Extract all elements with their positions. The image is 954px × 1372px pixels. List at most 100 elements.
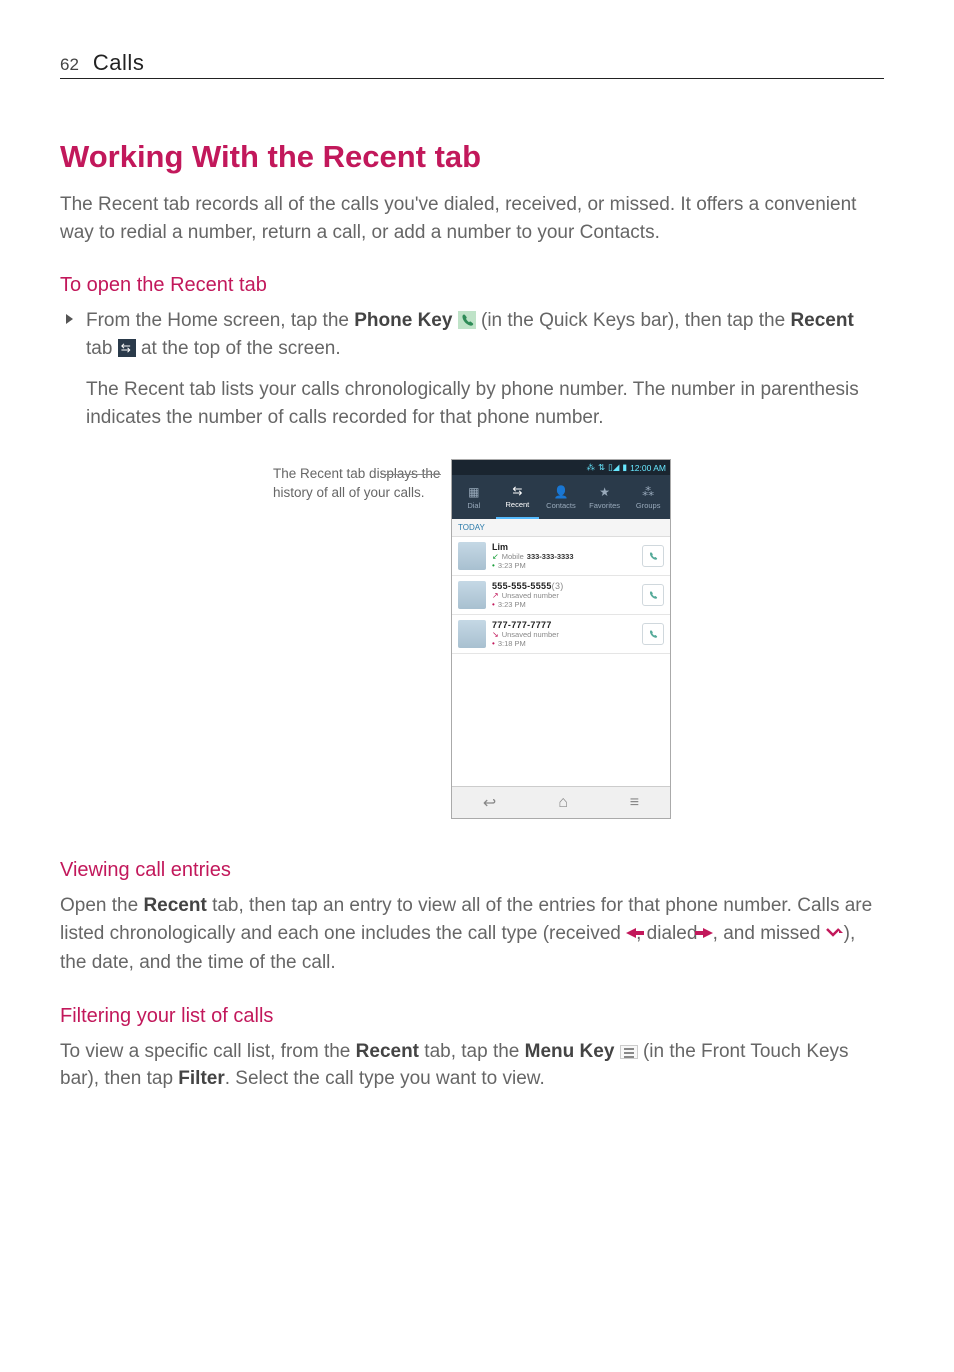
tab-label: Dial [467, 501, 480, 510]
phone-tab-favorites[interactable]: ★ Favorites [583, 475, 627, 519]
phone-tab-dial[interactable]: ▦ Dial [452, 475, 496, 519]
phone-key-label: Phone Key [354, 310, 452, 331]
figure-caption: The Recent tab displays the history of a… [273, 465, 443, 503]
back-key-icon[interactable]: ↩ [483, 793, 496, 813]
status-bluetooth-icon: ⁂ [587, 462, 596, 473]
call-time: 3:23 PM [498, 561, 526, 570]
call-button[interactable] [642, 584, 664, 606]
call-row[interactable]: 555-555-5555(3) ↗ Unsaved number • 3:23 … [452, 576, 670, 615]
call-button[interactable] [642, 623, 664, 645]
open-bullet-text: From the Home screen, tap the Phone Key … [86, 307, 884, 362]
page-header: 62 Calls [60, 50, 884, 79]
phone-handset-icon [647, 628, 659, 640]
tab-label: Favorites [589, 501, 620, 510]
call-number: 333-333-3333 [527, 552, 574, 561]
avatar [458, 542, 486, 570]
dialed-arrow-icon [703, 928, 713, 938]
call-time: 3:23 PM [498, 600, 526, 609]
phone-mockup: ⁂ ⇅ ▯◢ ▮ 12:00 AM ▦ Dial ⇆ Recent 👤 Cont… [451, 459, 671, 819]
phone-tab-contacts[interactable]: 👤 Contacts [539, 475, 583, 519]
menu-key-icon[interactable]: ≡ [630, 794, 639, 812]
text-fragment: To view a specific call list, from the [60, 1041, 356, 1062]
phone-empty-area [452, 654, 670, 786]
favorites-icon: ★ [598, 485, 612, 499]
recent-label: Recent [143, 895, 206, 916]
call-row[interactable]: 777-777-7777 ↘ Unsaved number • 3:18 PM [452, 615, 670, 654]
phone-nav-bar: ↩ ⌂ ≡ [452, 786, 670, 818]
home-key-icon[interactable]: ⌂ [558, 794, 568, 812]
menu-key-label: Menu Key [525, 1041, 615, 1062]
open-paragraph: The Recent tab lists your calls chronolo… [60, 376, 884, 431]
recent-label: Recent [356, 1041, 419, 1062]
filter-heading: Filtering your list of calls [60, 1005, 884, 1028]
page-title: Working With the Recent tab [60, 139, 884, 175]
call-count: (3) [552, 581, 564, 591]
phone-handset-icon [647, 589, 659, 601]
call-name: 555-555-5555(3) [492, 581, 636, 591]
status-dot-icon: • [492, 600, 495, 609]
caption-text: The Recent tab displays the history of a… [273, 466, 440, 500]
bullet-triangle-icon [66, 314, 73, 324]
page-number: 62 [60, 55, 79, 75]
tab-label: Groups [636, 501, 661, 510]
received-arrow-icon [626, 928, 636, 938]
call-info: Lim ↙ Mobile 333-333-3333 • 3:23 PM [492, 542, 636, 570]
tab-label: Contacts [546, 501, 576, 510]
status-dot-icon: • [492, 561, 495, 570]
text-fragment: , dialed [636, 923, 703, 944]
status-battery-icon: ▮ [622, 462, 627, 473]
recent-tab-label: Recent [790, 310, 853, 331]
call-time: 3:18 PM [498, 639, 526, 648]
groups-icon: ⁂ [641, 485, 655, 499]
call-sub-label: Mobile [502, 552, 524, 561]
text-fragment: tab [86, 338, 118, 359]
call-name: 777-777-7777 [492, 620, 636, 630]
phone-handset-icon [647, 550, 659, 562]
filter-paragraph: To view a specific call list, from the R… [60, 1038, 884, 1093]
call-subline: ↙ Mobile 333-333-3333 [492, 552, 636, 561]
call-subline: ↘ Unsaved number [492, 630, 636, 639]
call-sub-label: Unsaved number [502, 630, 559, 639]
phone-tab-groups[interactable]: ⁂ Groups [626, 475, 670, 519]
contacts-icon: 👤 [554, 485, 568, 499]
call-info: 777-777-7777 ↘ Unsaved number • 3:18 PM [492, 620, 636, 648]
intro-paragraph: The Recent tab records all of the calls … [60, 191, 884, 246]
missed-arrow-icon [826, 922, 844, 950]
missed-icon: ↘ [492, 630, 499, 639]
avatar [458, 581, 486, 609]
viewing-paragraph: Open the Recent tab, then tap an entry t… [60, 892, 884, 977]
call-time-row: • 3:23 PM [492, 600, 636, 609]
call-button[interactable] [642, 545, 664, 567]
status-wifi-icon: ⇅ [598, 462, 605, 473]
bullet-open-recent: From the Home screen, tap the Phone Key … [60, 307, 884, 362]
text-fragment: (in the Quick Keys bar), then tap the [476, 310, 791, 331]
incoming-icon: ↙ [492, 552, 499, 561]
call-sub-label: Unsaved number [502, 591, 559, 600]
recent-tab-icon [118, 339, 136, 357]
text-fragment: Open the [60, 895, 143, 916]
status-signal-icon: ▯◢ [608, 462, 619, 473]
phone-status-bar: ⁂ ⇅ ▯◢ ▮ 12:00 AM [452, 460, 670, 475]
call-number-name: 555-555-5555 [492, 581, 552, 591]
section-name: Calls [93, 50, 144, 76]
text-fragment: at the top of the screen. [136, 338, 341, 359]
outgoing-icon: ↗ [492, 591, 499, 600]
call-time-row: • 3:18 PM [492, 639, 636, 648]
text-fragment: tab, tap the [419, 1041, 525, 1062]
phone-tab-bar: ▦ Dial ⇆ Recent 👤 Contacts ★ Favorites ⁂… [452, 475, 670, 519]
status-dot-icon: • [492, 639, 495, 648]
filter-label: Filter [178, 1068, 224, 1089]
call-time-row: • 3:23 PM [492, 561, 636, 570]
phone-tab-recent[interactable]: ⇆ Recent [496, 475, 540, 519]
phone-key-icon [458, 310, 476, 328]
call-row[interactable]: Lim ↙ Mobile 333-333-3333 • 3:23 PM [452, 537, 670, 576]
status-time: 12:00 AM [630, 463, 666, 473]
text-fragment: , and missed [713, 923, 826, 944]
caption-leader-line [381, 474, 441, 475]
viewing-heading: Viewing call entries [60, 859, 884, 882]
screenshot-figure: The Recent tab displays the history of a… [60, 459, 884, 819]
tab-label: Recent [506, 500, 530, 509]
recent-icon: ⇆ [510, 484, 524, 498]
open-recent-heading: To open the Recent tab [60, 274, 884, 297]
call-info: 555-555-5555(3) ↗ Unsaved number • 3:23 … [492, 581, 636, 609]
